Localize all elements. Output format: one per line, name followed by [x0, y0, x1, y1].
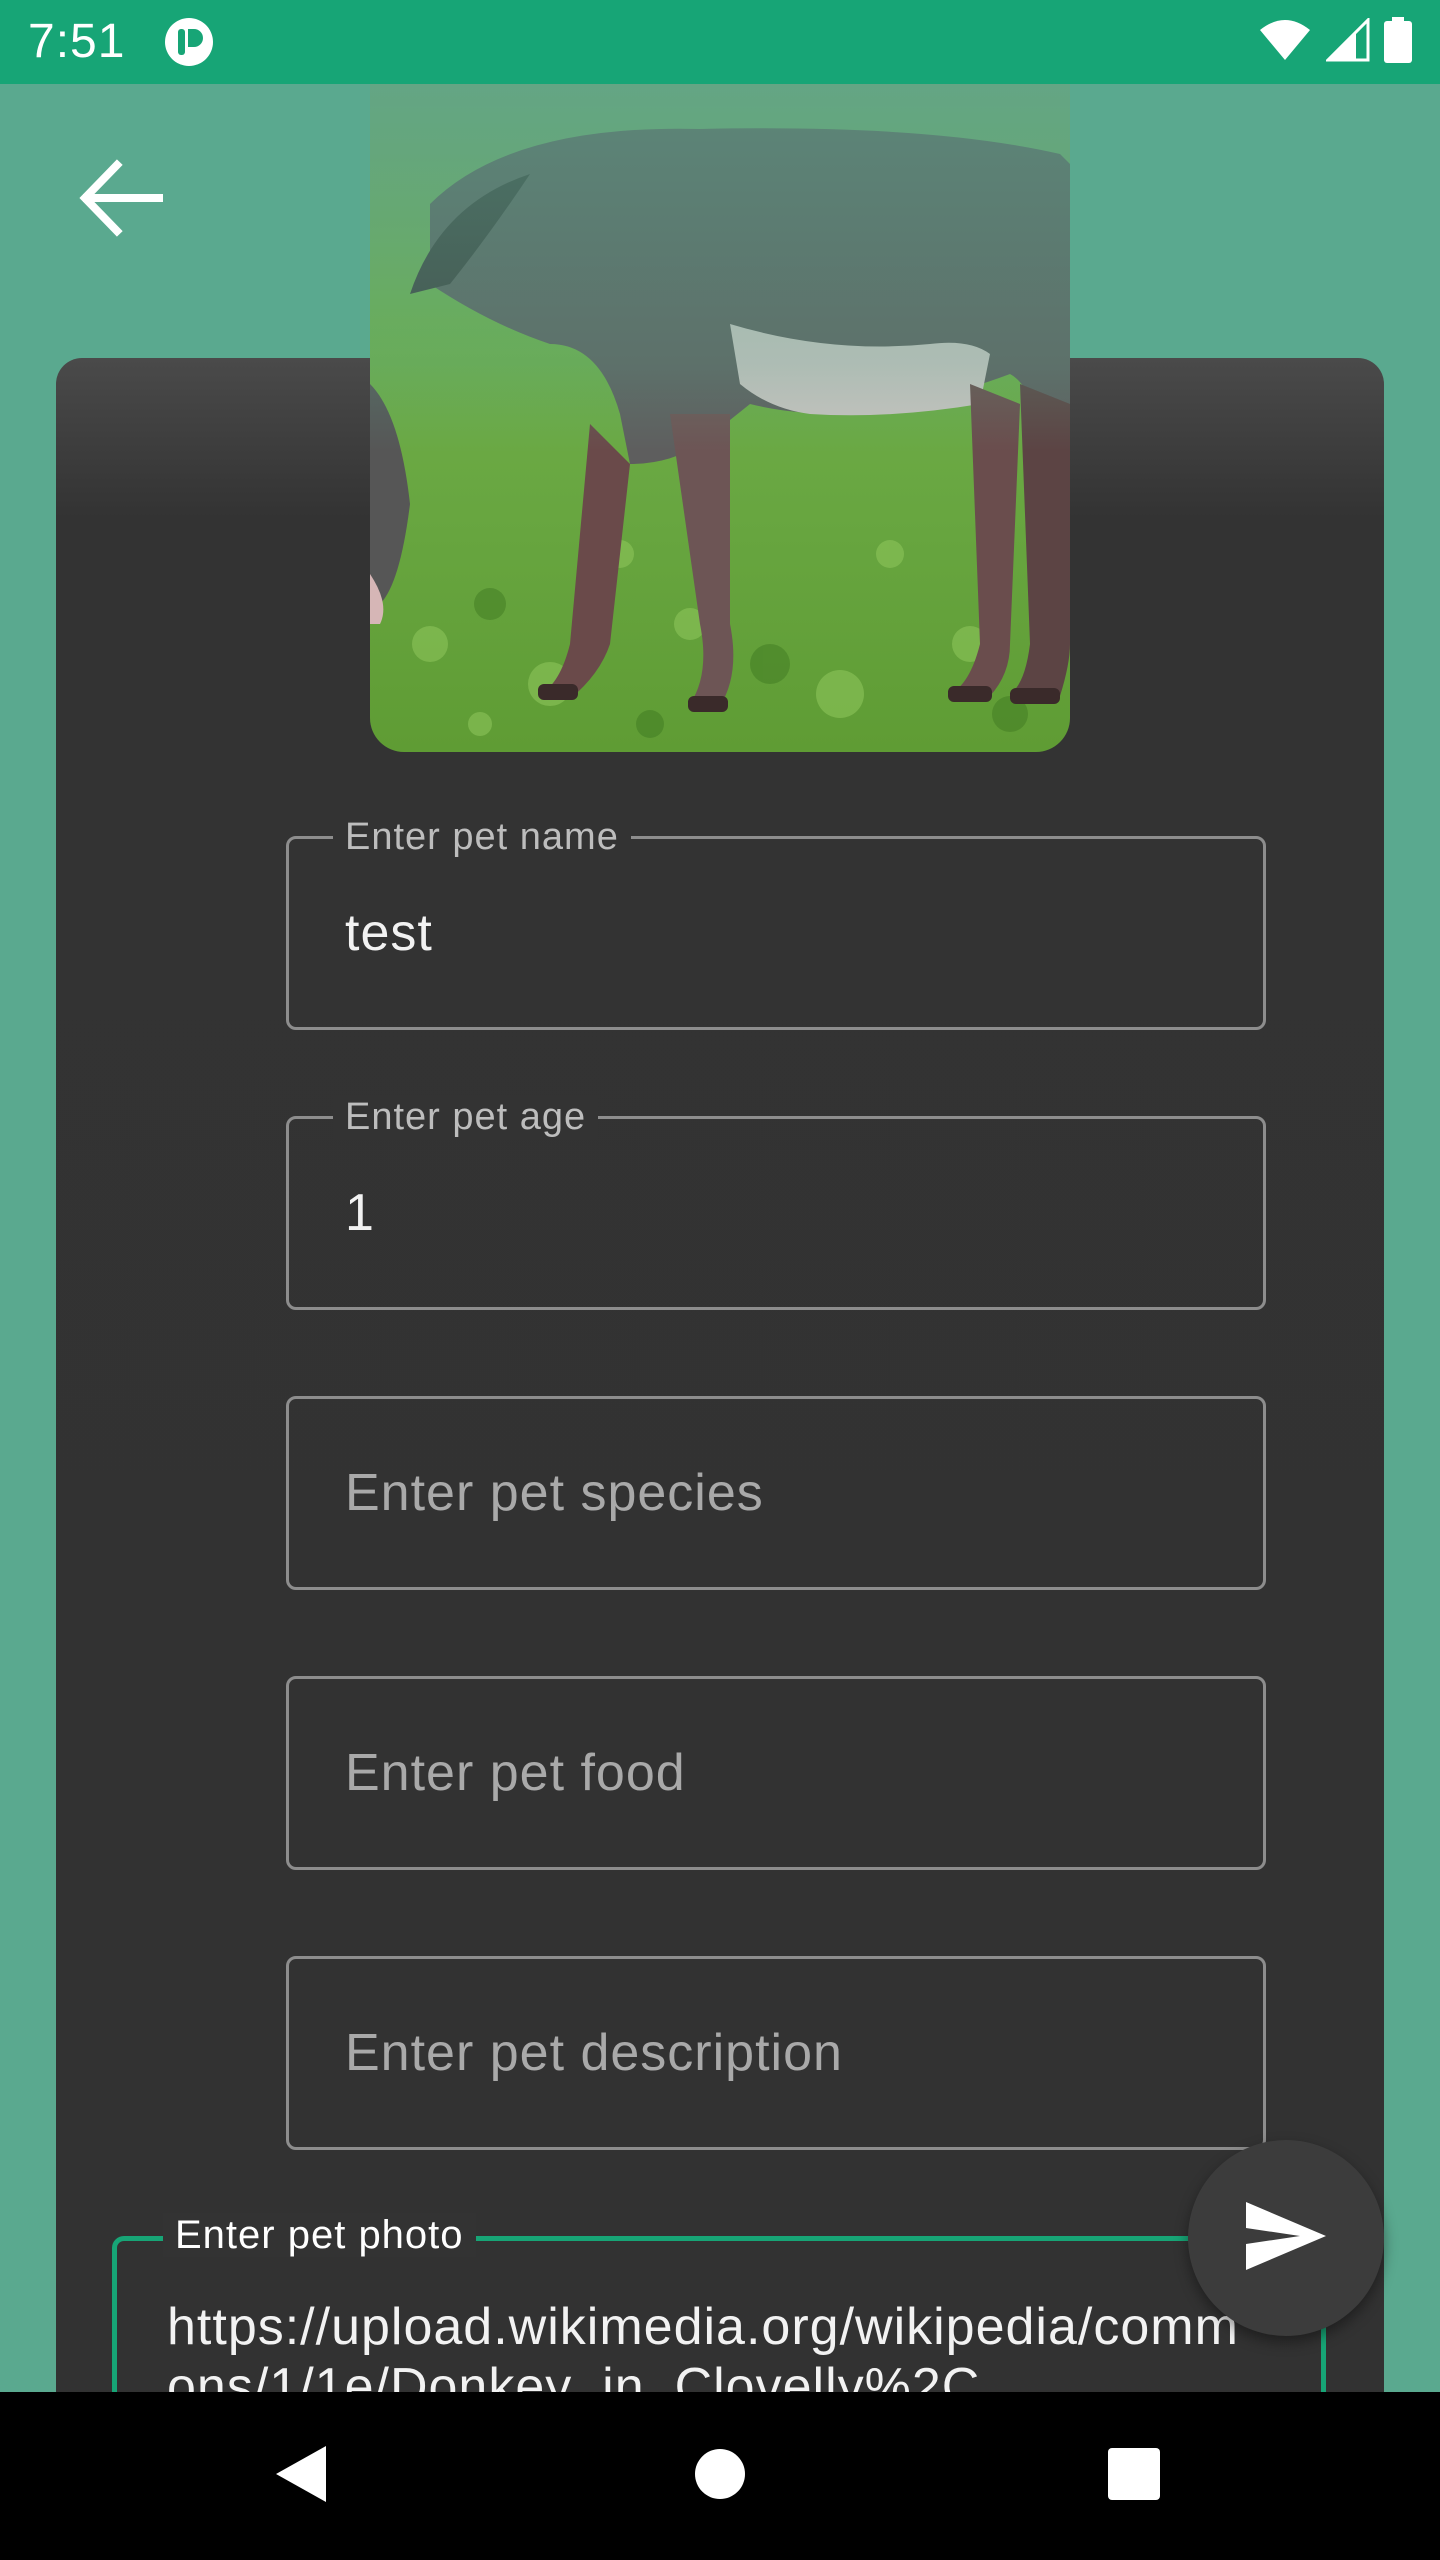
pet-age-value: 1: [345, 1184, 375, 1242]
pet-age-label: Enter pet age: [333, 1095, 599, 1139]
pet-description-field[interactable]: Enter pet description: [286, 1956, 1266, 2150]
pet-photo-url-label: Enter pet photo: [163, 2213, 476, 2257]
nav-back-button[interactable]: [260, 2436, 340, 2516]
wifi-icon: [1258, 18, 1312, 67]
nav-home-button[interactable]: [680, 2436, 760, 2516]
pet-species-placeholder: Enter pet species: [345, 1464, 764, 1522]
pet-name-label: Enter pet name: [333, 815, 631, 859]
nav-back-icon: [270, 2442, 330, 2511]
nav-recents-button[interactable]: [1094, 2436, 1174, 2516]
pet-name-field[interactable]: Enter pet name test: [286, 815, 1266, 1030]
arrow-back-icon: [75, 153, 165, 248]
nav-recents-icon: [1106, 2446, 1162, 2507]
battery-icon: [1384, 16, 1412, 68]
send-icon: [1244, 2200, 1328, 2277]
system-navigation-bar: [0, 2392, 1440, 2560]
send-button[interactable]: [1188, 2140, 1384, 2336]
pet-photo: [370, 84, 1070, 752]
status-icons: [1258, 15, 1412, 68]
nav-home-icon: [692, 2446, 748, 2507]
status-time: 7:51: [28, 15, 126, 68]
pet-age-field[interactable]: Enter pet age 1: [286, 1095, 1266, 1310]
pet-description-placeholder: Enter pet description: [345, 2024, 843, 2082]
pet-name-value: test: [345, 904, 433, 962]
status-bar: 7:51: [0, 0, 1440, 84]
pet-food-placeholder: Enter pet food: [345, 1744, 686, 1802]
cell-signal-icon: [1324, 15, 1370, 67]
app-notification-icon: [164, 17, 214, 67]
back-button[interactable]: [60, 140, 180, 260]
pet-species-field[interactable]: Enter pet species: [286, 1396, 1266, 1590]
pet-food-field[interactable]: Enter pet food: [286, 1676, 1266, 1870]
